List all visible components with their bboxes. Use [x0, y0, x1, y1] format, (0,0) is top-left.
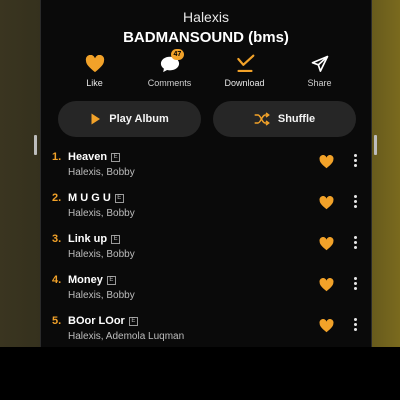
- track-title: Money E: [68, 274, 116, 286]
- action-bar: Like 47 Comments Download Share: [57, 49, 357, 88]
- track-number: 3.: [52, 233, 62, 245]
- comments-button[interactable]: 47 Comments: [132, 49, 207, 88]
- heart-icon[interactable]: [319, 319, 334, 333]
- track-row[interactable]: 1. Heaven E Halexis, Bobby: [41, 146, 371, 187]
- track-artists: Halexis, Bobby: [68, 290, 135, 301]
- more-options-icon[interactable]: [352, 195, 358, 208]
- share-icon: [311, 55, 328, 72]
- explicit-badge: E: [111, 234, 121, 244]
- track-number: 5.: [52, 315, 62, 327]
- track-title: Link up E: [68, 233, 121, 245]
- download-label: Download: [224, 78, 265, 88]
- album-title: BADMANSOUND (bms): [123, 29, 289, 46]
- track-title-text: Money: [68, 274, 103, 286]
- track-artists: Halexis, Bobby: [68, 249, 135, 260]
- track-number: 4.: [52, 274, 62, 286]
- track-title-text: Heaven: [68, 151, 108, 163]
- phone-side-button: [374, 135, 377, 155]
- track-title-text: BOor LOor: [68, 315, 125, 327]
- app-screen: Halexis BADMANSOUND (bms) Like 47 Commen…: [40, 0, 372, 347]
- bottom-bar: [0, 347, 400, 400]
- play-album-button[interactable]: Play Album: [58, 101, 201, 137]
- track-row[interactable]: 2. M U G U E Halexis, Bobby: [41, 187, 371, 228]
- track-title: M U G U E: [68, 192, 124, 204]
- download-icon: [236, 54, 254, 72]
- heart-icon[interactable]: [319, 155, 334, 169]
- play-album-label: Play Album: [109, 113, 169, 125]
- track-artists: Halexis, Ademola Luqman: [68, 331, 185, 342]
- shuffle-button[interactable]: Shuffle: [213, 101, 356, 137]
- track-number: 2.: [52, 192, 62, 204]
- heart-icon: [85, 55, 104, 73]
- phone-side-button: [34, 135, 37, 155]
- heart-icon[interactable]: [319, 196, 334, 210]
- track-title: Heaven E: [68, 151, 121, 163]
- download-button[interactable]: Download: [207, 52, 282, 88]
- comments-label: Comments: [147, 78, 192, 88]
- explicit-badge: E: [128, 316, 138, 326]
- like-button[interactable]: Like: [57, 52, 132, 88]
- track-title-text: M U G U: [68, 192, 111, 204]
- track-artists: Halexis, Bobby: [68, 208, 135, 219]
- shuffle-icon: [254, 112, 270, 126]
- track-list: 1. Heaven E Halexis, Bobby 2. M U G U E …: [41, 146, 371, 351]
- explicit-badge: E: [106, 275, 116, 285]
- share-button[interactable]: Share: [282, 52, 357, 88]
- more-options-icon[interactable]: [352, 277, 358, 290]
- like-label: Like: [86, 78, 103, 88]
- more-options-icon[interactable]: [352, 236, 358, 249]
- track-number: 1.: [52, 151, 62, 163]
- track-title: BOor LOor E: [68, 315, 138, 327]
- explicit-badge: E: [111, 152, 121, 162]
- track-row[interactable]: 4. Money E Halexis, Bobby: [41, 269, 371, 310]
- heart-icon[interactable]: [319, 237, 334, 251]
- more-options-icon[interactable]: [352, 154, 358, 167]
- more-options-icon[interactable]: [352, 318, 358, 331]
- explicit-badge: E: [114, 193, 124, 203]
- shuffle-label: Shuffle: [277, 113, 316, 125]
- heart-icon[interactable]: [319, 278, 334, 292]
- artist-name[interactable]: Halexis: [41, 9, 371, 25]
- play-icon: [91, 113, 101, 125]
- track-row[interactable]: 5. BOor LOor E Halexis, Ademola Luqman: [41, 310, 371, 351]
- comment-count-badge: 47: [170, 49, 185, 60]
- track-row[interactable]: 3. Link up E Halexis, Bobby: [41, 228, 371, 269]
- track-title-text: Link up: [68, 233, 108, 245]
- track-artists: Halexis, Bobby: [68, 167, 135, 178]
- share-label: Share: [307, 78, 332, 88]
